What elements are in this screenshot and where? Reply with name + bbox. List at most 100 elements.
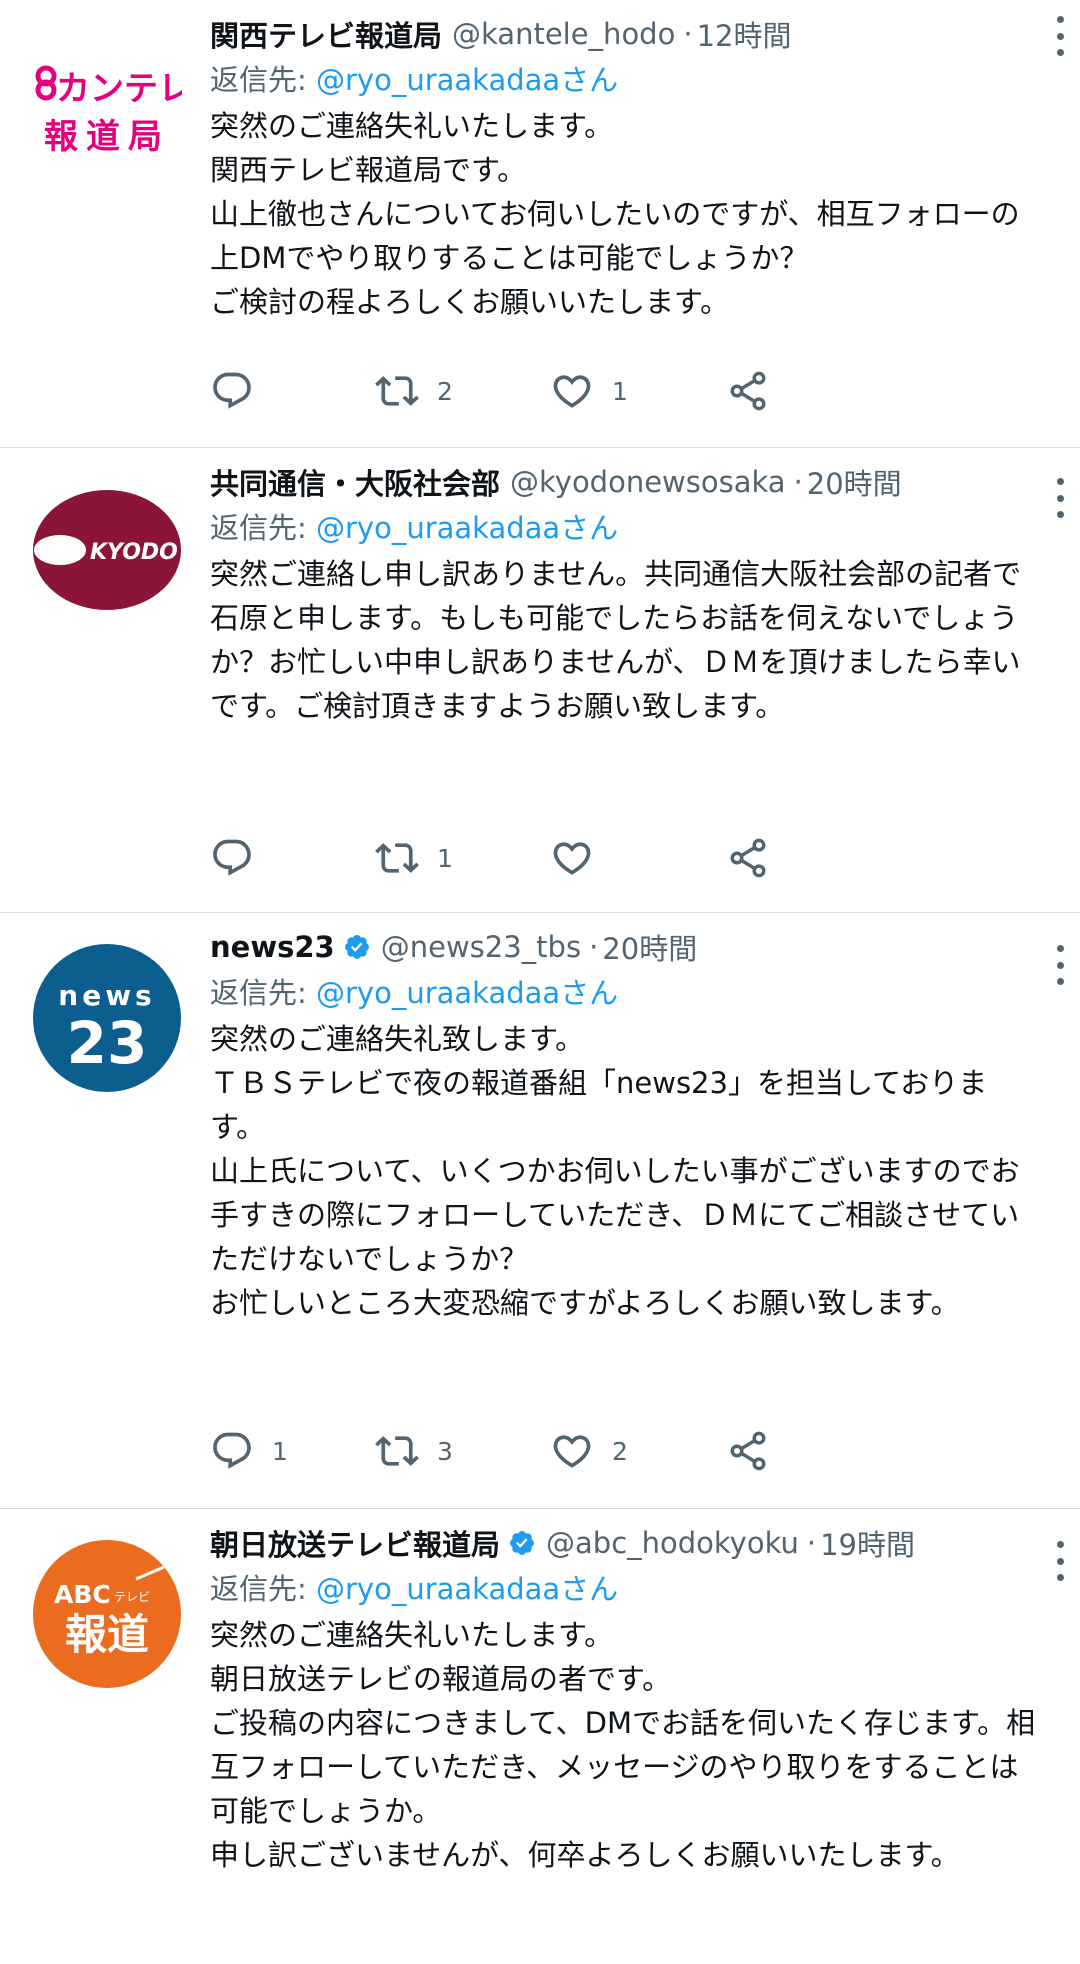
tweet-header: 関西テレビ報道局 @kantele_hodo · 12時間 xyxy=(210,10,1040,58)
reply-button[interactable]: 1 xyxy=(210,1426,288,1476)
reply-to-label: 返信先: xyxy=(210,511,316,545)
tweet-actions: 1 3 2 xyxy=(210,1426,910,1476)
tweet-news23[interactable]: news 23 news23 @news23_tbs · 20時間 返信先: @… xyxy=(0,913,1080,1509)
avatar-kantele[interactable]: カンテレ 報道局 xyxy=(32,22,192,172)
retweet-button[interactable]: 1 xyxy=(375,833,453,883)
tweet-text: 突然のご連絡失礼いたします。 朝日放送テレビの報道局の者です。 ご投稿の内容につ… xyxy=(210,1618,1036,1872)
reply-to-line: 返信先: @ryo_uraakadaaさん xyxy=(210,58,1040,102)
reply-to-line: 返信先: @ryo_uraakadaaさん xyxy=(210,1567,1040,1611)
tweet-abc[interactable]: ABC テレビ 報道 朝日放送テレビ報道局 @abc_hodokyoku · 1… xyxy=(0,1509,1080,1964)
display-name[interactable]: 朝日放送テレビ報道局 xyxy=(210,1522,500,1564)
separator-dot: · xyxy=(793,465,803,499)
avatar-abc-bottom-text: 報道 xyxy=(65,1610,149,1659)
reply-icon xyxy=(213,1432,251,1469)
reply-mention-link[interactable]: @ryo_uraakadaaさん xyxy=(316,976,618,1010)
tweet-body: 共同通信・大阪社会部 @kyodonewsosaka · 20時間 返信先: @… xyxy=(210,458,1040,728)
reply-mention-link[interactable]: @ryo_uraakadaaさん xyxy=(316,63,618,97)
abc-logo: ABC テレビ 報道 xyxy=(33,1540,181,1688)
like-button[interactable]: 2 xyxy=(550,1426,628,1476)
verified-badge-icon xyxy=(510,1531,534,1555)
retweet-icon xyxy=(375,843,419,873)
avatar-kantele-bottom-text: 報道局 xyxy=(44,117,170,157)
verified-badge-icon xyxy=(344,935,369,959)
retweet-icon xyxy=(375,1436,419,1466)
share-button[interactable] xyxy=(726,366,770,416)
user-handle[interactable]: @kantele_hodo xyxy=(452,17,675,51)
reply-mention-link[interactable]: @ryo_uraakadaaさん xyxy=(316,511,618,545)
avatar-news23-bottom-text: 23 xyxy=(67,1009,148,1077)
share-icon xyxy=(730,1431,766,1471)
tweet-body: 関西テレビ報道局 @kantele_hodo · 12時間 返信先: @ryo_… xyxy=(210,10,1040,324)
reply-icon xyxy=(213,839,251,876)
retweet-count: 2 xyxy=(437,376,453,406)
reply-icon xyxy=(213,372,251,409)
avatar-news23-top-text: news xyxy=(58,979,155,1012)
display-name[interactable]: 共同通信・大阪社会部 xyxy=(210,461,500,503)
separator-dot: · xyxy=(589,930,599,964)
retweet-icon xyxy=(375,376,419,406)
tweet-text: 突然のご連絡失礼致します。 ＴＢＳテレビで夜の報道番組「news23」を担当して… xyxy=(210,1022,1020,1320)
more-options-icon[interactable] xyxy=(1050,478,1070,518)
display-name[interactable]: news23 xyxy=(210,930,335,964)
tweet-body: 朝日放送テレビ報道局 @abc_hodokyoku · 19時間 返信先: @r… xyxy=(210,1519,1040,1877)
tweet-text: 突然のご連絡失礼いたします。 関西テレビ報道局です。 山上徹也さんについてお伺い… xyxy=(210,109,1020,319)
tweet-header: 朝日放送テレビ報道局 @abc_hodokyoku · 19時間 xyxy=(210,1519,1040,1567)
more-options-icon[interactable] xyxy=(1050,1541,1070,1581)
heart-icon xyxy=(553,375,591,408)
kyodo-logo: KYODO xyxy=(33,490,181,610)
heart-icon xyxy=(553,1435,591,1468)
separator-dot: · xyxy=(683,17,693,51)
reply-count: 1 xyxy=(272,1436,288,1466)
tweet-actions: 2 1 xyxy=(210,366,910,416)
tweet-kantele[interactable]: カンテレ 報道局 関西テレビ報道局 @kantele_hodo · 12時間 返… xyxy=(0,0,1080,448)
avatar-abc[interactable]: ABC テレビ 報道 xyxy=(32,1539,182,1689)
reply-to-label: 返信先: xyxy=(210,976,316,1010)
tweet-time[interactable]: 19時間 xyxy=(820,1522,915,1564)
like-button[interactable]: 1 xyxy=(550,366,628,416)
avatar-news23[interactable]: news 23 xyxy=(32,943,182,1093)
reply-to-line: 返信先: @ryo_uraakadaaさん xyxy=(210,506,1040,550)
tweet-feed: カンテレ 報道局 関西テレビ報道局 @kantele_hodo · 12時間 返… xyxy=(0,0,1080,1964)
user-handle[interactable]: @abc_hodokyoku xyxy=(546,1526,799,1560)
retweet-count: 3 xyxy=(437,1436,453,1466)
more-options-icon[interactable] xyxy=(1050,16,1070,56)
tweet-kyodo[interactable]: KYODO 共同通信・大阪社会部 @kyodonewsosaka · 20時間 … xyxy=(0,448,1080,913)
like-button[interactable] xyxy=(550,833,612,883)
tweet-time[interactable]: 12時間 xyxy=(697,13,792,55)
news23-logo: news 23 xyxy=(33,944,181,1092)
share-icon xyxy=(730,371,766,411)
tweet-header: news23 @news23_tbs · 20時間 xyxy=(210,923,1040,971)
share-button[interactable] xyxy=(726,1426,770,1476)
like-count: 1 xyxy=(612,376,628,406)
reply-to-label: 返信先: xyxy=(210,1572,316,1606)
avatar-abc-small-text: テレビ xyxy=(114,1590,150,1604)
reply-button[interactable] xyxy=(210,366,272,416)
tweet-text: 突然ご連絡し申し訳ありません。共同通信大阪社会部の記者で石原と申します。もしも可… xyxy=(210,557,1022,723)
avatar-kantele-top-text: カンテレ xyxy=(56,69,182,109)
reply-button[interactable] xyxy=(210,833,272,883)
tweet-time[interactable]: 20時間 xyxy=(602,926,697,968)
avatar-kyodo[interactable]: KYODO xyxy=(32,480,182,630)
retweet-button[interactable]: 3 xyxy=(375,1426,453,1476)
reply-to-line: 返信先: @ryo_uraakadaaさん xyxy=(210,971,1040,1015)
like-count: 2 xyxy=(612,1436,628,1466)
kantele-logo: カンテレ 報道局 xyxy=(35,65,192,157)
retweet-button[interactable]: 2 xyxy=(375,366,453,416)
retweet-count: 1 xyxy=(437,843,453,873)
tweet-actions: 1 xyxy=(210,833,910,883)
share-button[interactable] xyxy=(726,833,770,883)
avatar-kyodo-text: KYODO xyxy=(90,540,178,565)
heart-icon xyxy=(553,842,591,875)
user-handle[interactable]: @news23_tbs xyxy=(381,930,581,964)
reply-mention-link[interactable]: @ryo_uraakadaaさん xyxy=(316,1572,618,1606)
display-name[interactable]: 関西テレビ報道局 xyxy=(210,13,442,55)
tweet-header: 共同通信・大阪社会部 @kyodonewsosaka · 20時間 xyxy=(210,458,1040,506)
tweet-time[interactable]: 20時間 xyxy=(807,461,902,503)
reply-to-label: 返信先: xyxy=(210,63,316,97)
user-handle[interactable]: @kyodonewsosaka xyxy=(510,465,786,499)
separator-dot: · xyxy=(806,1526,817,1560)
tweet-body: news23 @news23_tbs · 20時間 返信先: @ryo_uraa… xyxy=(210,923,1040,1325)
more-options-icon[interactable] xyxy=(1050,945,1070,985)
share-icon xyxy=(730,838,766,878)
avatar-abc-top-text: ABC xyxy=(54,1580,111,1609)
